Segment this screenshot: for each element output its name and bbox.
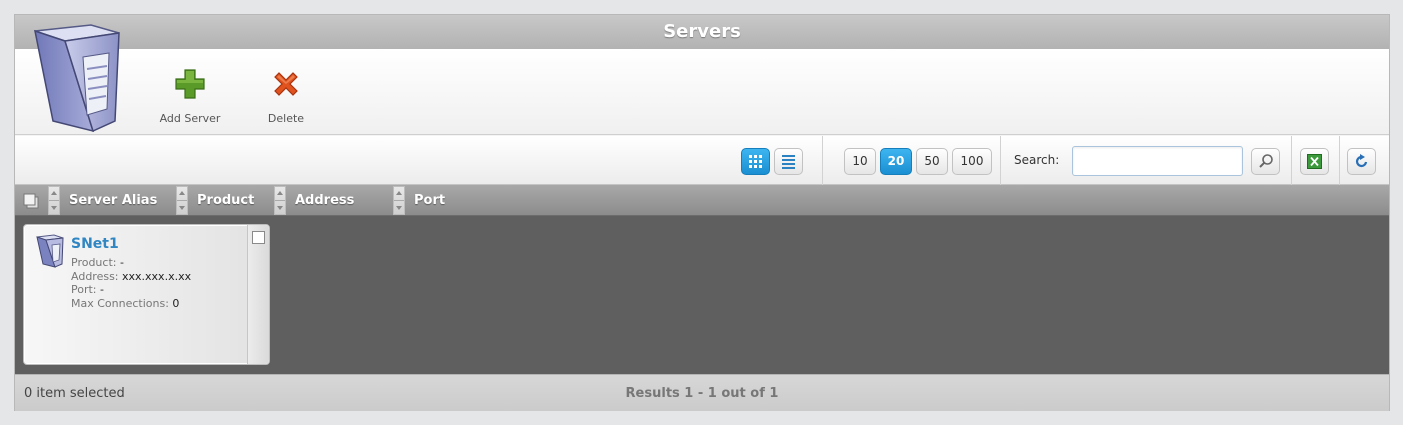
search-input[interactable] bbox=[1072, 146, 1243, 176]
separator bbox=[1000, 136, 1001, 185]
page-size-100-button[interactable]: 100 bbox=[952, 148, 992, 175]
address-value: xxx.xxx.x.xx bbox=[122, 270, 192, 283]
server-grid: SNet1 Product: - Address: xxx.xxx.x.xx P… bbox=[15, 216, 1389, 374]
max-connections-value: 0 bbox=[172, 297, 180, 310]
toolbar: Add Server Delete bbox=[15, 24, 1389, 135]
column-header-row: Server Alias Product Address Port bbox=[15, 185, 1389, 216]
search-label: Search: bbox=[1014, 153, 1060, 167]
server-icon bbox=[34, 24, 120, 133]
page-size-10-button[interactable]: 10 bbox=[844, 148, 876, 175]
status-bar: Results 1 - 1 out of 1 0 item selected bbox=[15, 374, 1389, 411]
delete-x-icon bbox=[274, 72, 298, 96]
card-checkbox[interactable] bbox=[252, 231, 265, 244]
product-field: Product: - bbox=[71, 256, 124, 269]
list-icon bbox=[782, 155, 795, 169]
controls-bar: 10 20 50 100 Search: bbox=[15, 136, 1389, 185]
product-value: - bbox=[119, 256, 124, 269]
max-connections-field: Max Connections: 0 bbox=[71, 297, 179, 310]
list-view-button[interactable] bbox=[774, 148, 803, 175]
port-field: Port: - bbox=[71, 283, 104, 296]
page-size-50-button[interactable]: 50 bbox=[916, 148, 948, 175]
server-alias[interactable]: SNet1 bbox=[71, 236, 119, 252]
grid-icon bbox=[749, 155, 762, 168]
port-label: Port: bbox=[71, 283, 97, 296]
address-field: Address: xxx.xxx.x.xx bbox=[71, 270, 191, 283]
delete-button[interactable]: Delete bbox=[246, 67, 326, 127]
delete-label: Delete bbox=[267, 112, 305, 125]
add-server-button[interactable]: Add Server bbox=[150, 67, 230, 127]
refresh-button[interactable] bbox=[1347, 148, 1376, 175]
sort-arrows-icon[interactable] bbox=[393, 186, 405, 215]
column-port[interactable]: Port bbox=[414, 185, 445, 216]
port-value: - bbox=[100, 283, 104, 296]
card-side-panel bbox=[247, 225, 269, 364]
page-size-20-button[interactable]: 20 bbox=[880, 148, 912, 175]
sort-arrows-icon[interactable] bbox=[48, 186, 60, 215]
sort-arrows-icon[interactable] bbox=[274, 186, 286, 215]
sort-arrows-icon[interactable] bbox=[176, 186, 188, 215]
column-product[interactable]: Product bbox=[197, 185, 254, 216]
address-label: Address: bbox=[71, 270, 119, 283]
results-count: Results 1 - 1 out of 1 bbox=[625, 386, 779, 401]
window-title: Servers bbox=[15, 15, 1389, 49]
separator bbox=[822, 136, 823, 185]
servers-panel: Servers Add Server Delete 10 20 50 100 S… bbox=[14, 14, 1390, 411]
grid-view-button[interactable] bbox=[741, 148, 770, 175]
product-label: Product: bbox=[71, 256, 117, 269]
separator bbox=[1339, 136, 1340, 185]
excel-icon bbox=[1307, 154, 1322, 169]
add-server-label: Add Server bbox=[159, 112, 221, 125]
search-button[interactable] bbox=[1251, 148, 1280, 175]
selection-status: 0 item selected bbox=[24, 386, 125, 401]
export-excel-button[interactable] bbox=[1300, 148, 1329, 175]
select-all-icon[interactable] bbox=[23, 193, 39, 209]
server-icon bbox=[36, 234, 64, 268]
max-connections-label: Max Connections: bbox=[71, 297, 169, 310]
refresh-icon bbox=[1355, 154, 1368, 168]
server-card[interactable]: SNet1 Product: - Address: xxx.xxx.x.xx P… bbox=[23, 224, 270, 365]
column-server-alias[interactable]: Server Alias bbox=[69, 185, 157, 216]
column-address[interactable]: Address bbox=[295, 185, 354, 216]
plus-icon bbox=[175, 69, 205, 99]
magnifier-icon bbox=[1258, 154, 1273, 168]
separator bbox=[1291, 136, 1292, 185]
